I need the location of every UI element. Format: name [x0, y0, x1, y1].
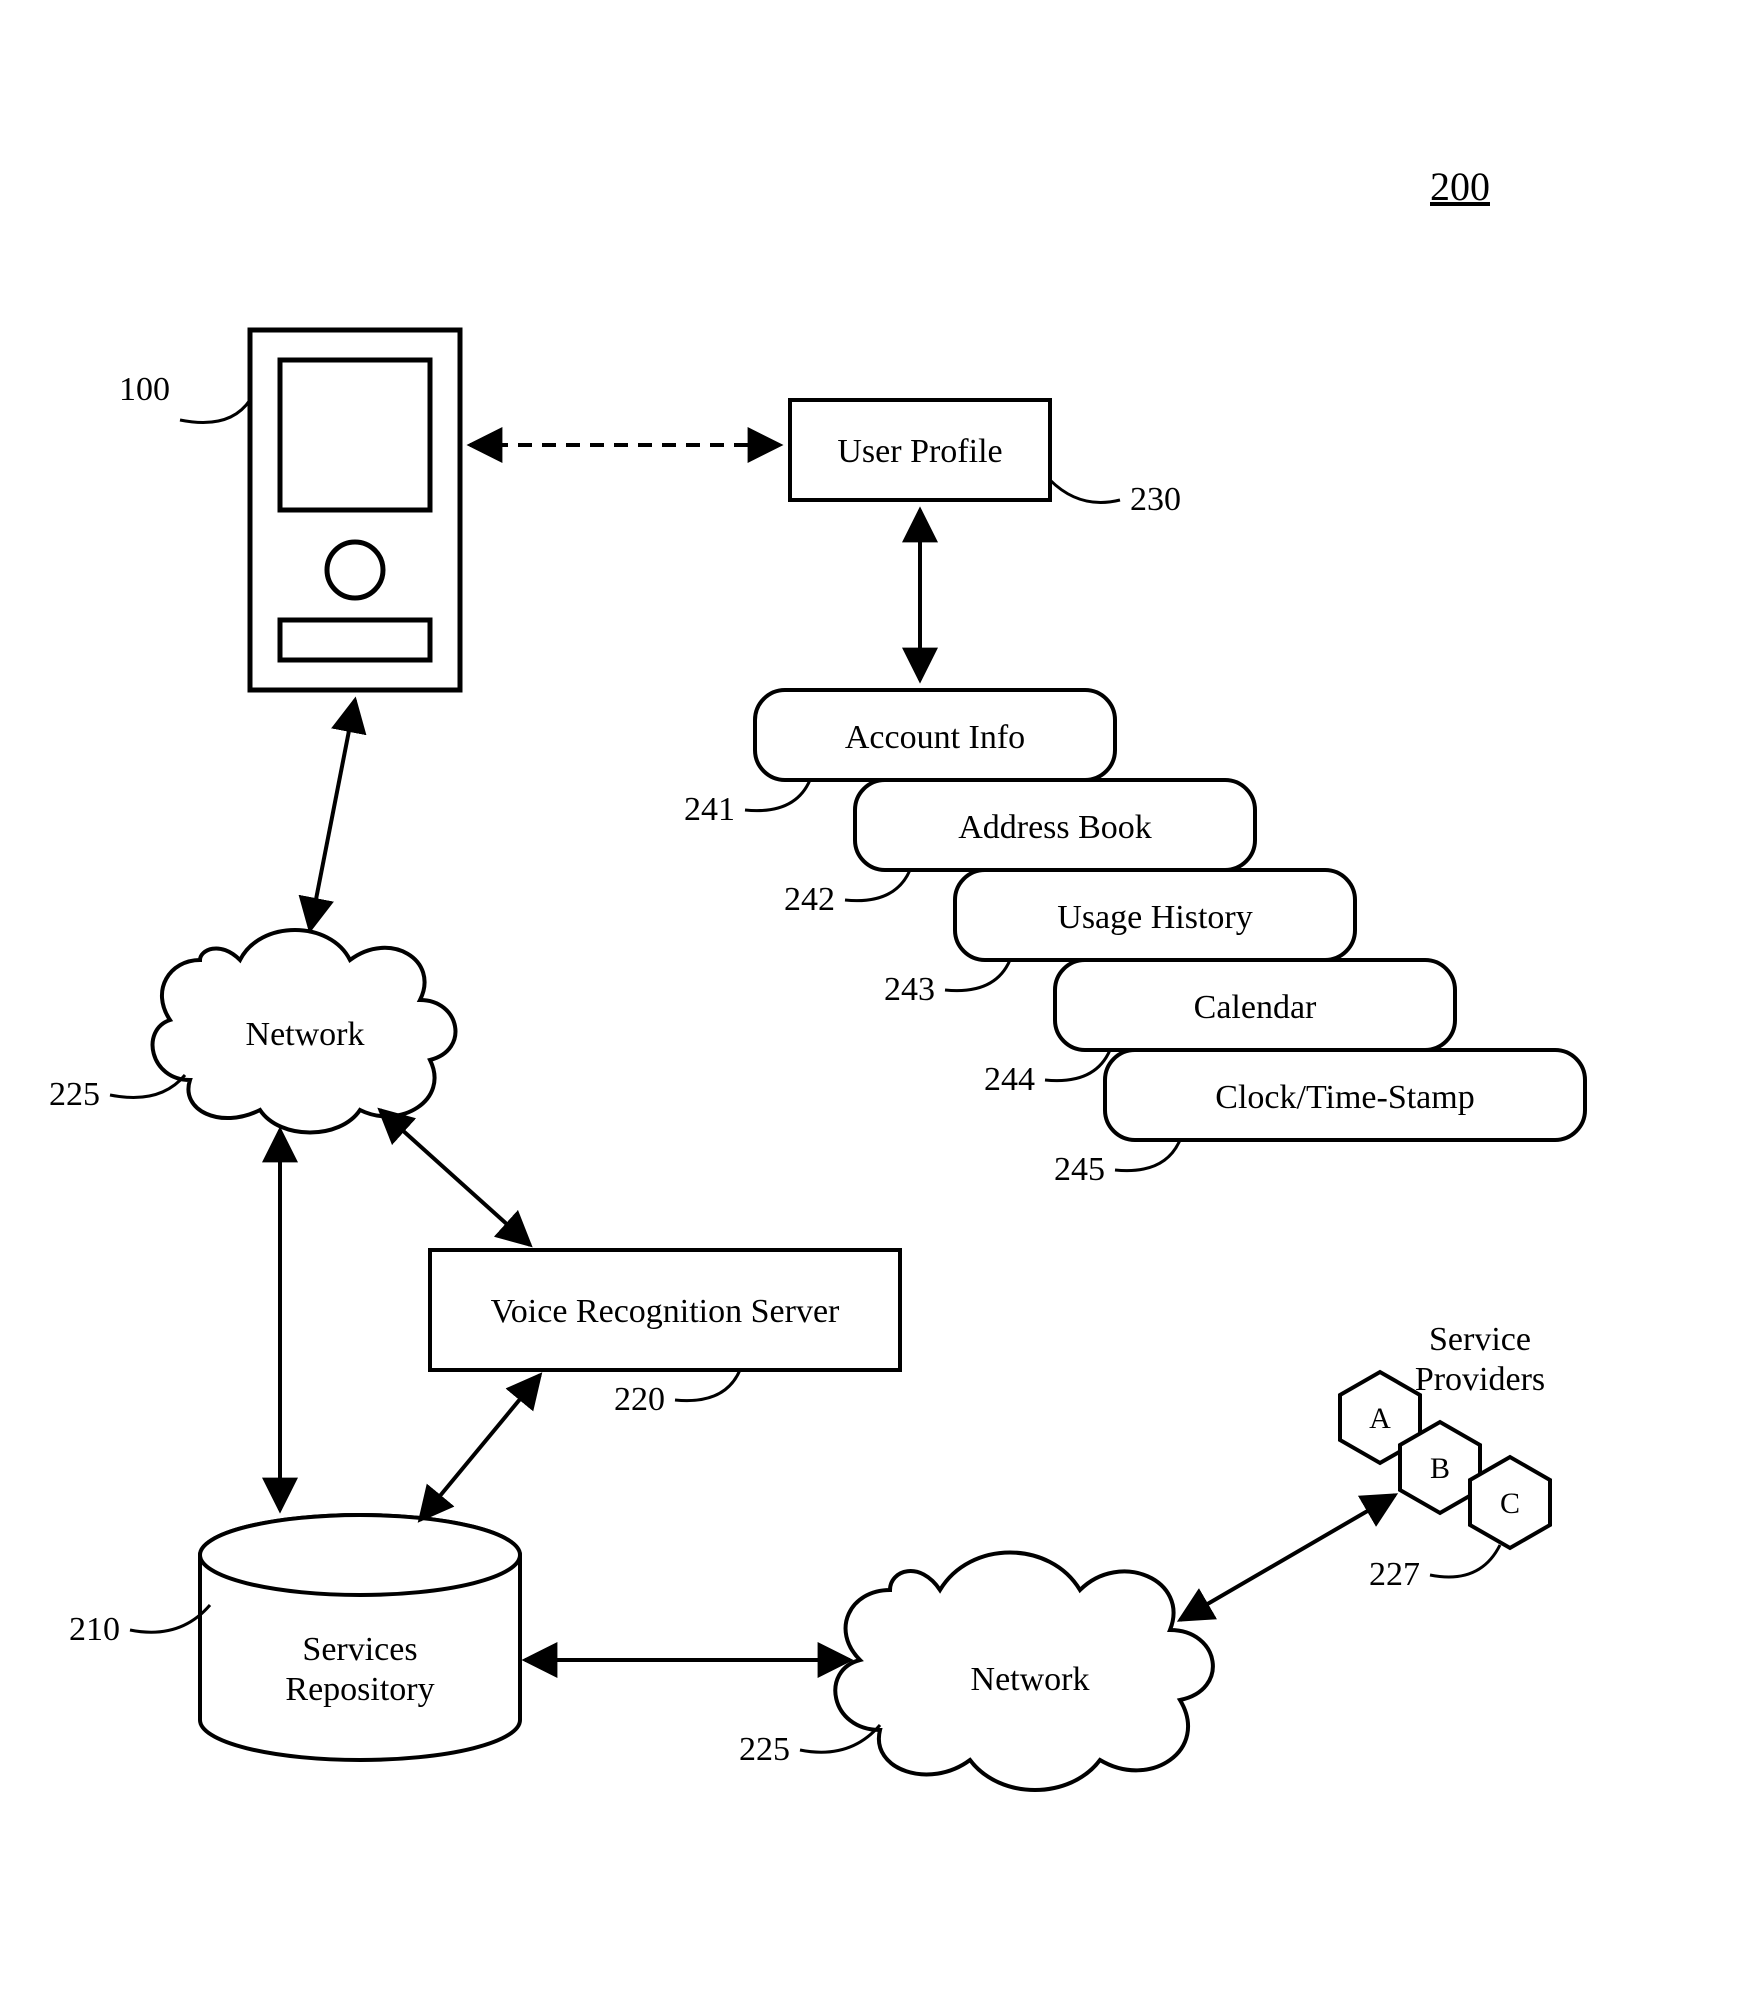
mobile-device-icon — [250, 330, 460, 690]
figure-number: 200 — [1430, 164, 1490, 209]
leader-line — [1430, 1545, 1500, 1577]
providers-title2: Providers — [1415, 1361, 1545, 1398]
connector-network1-vrserver — [380, 1110, 530, 1245]
repo-label2: Repository — [285, 1671, 434, 1708]
profile-item-ref: 242 — [784, 881, 835, 918]
leader-line — [675, 1370, 740, 1401]
providers-ref: 227 — [1369, 1556, 1420, 1593]
profile-item-ref: 243 — [884, 971, 935, 1008]
network2-ref: 225 — [739, 1731, 790, 1768]
repo-label1: Services — [302, 1631, 417, 1668]
device-ref: 100 — [119, 371, 170, 408]
profile-item-ref: 244 — [984, 1061, 1035, 1098]
repo-ref: 210 — [69, 1611, 120, 1648]
network2-label: Network — [971, 1661, 1090, 1698]
profile-item-label: Address Book — [958, 809, 1152, 846]
profile-item-4: Clock/Time-Stamp 245 — [1054, 1050, 1585, 1188]
profile-item-ref: 245 — [1054, 1151, 1105, 1188]
user-profile-ref: 230 — [1130, 481, 1181, 518]
services-repository: Services Repository — [200, 1515, 520, 1760]
provider-c: C — [1500, 1487, 1520, 1520]
profile-item-label: Clock/Time-Stamp — [1215, 1079, 1474, 1116]
network-cloud-2: Network — [835, 1553, 1213, 1791]
network1-label: Network — [246, 1016, 365, 1053]
profile-item-label: Usage History — [1057, 899, 1252, 936]
network1-ref: 225 — [49, 1076, 100, 1113]
user-profile-label: User Profile — [837, 433, 1002, 470]
connector-device-network1 — [310, 700, 355, 930]
leader-line — [180, 400, 250, 423]
connector-network2-providers — [1180, 1495, 1395, 1620]
vr-server-label: Voice Recognition Server — [491, 1293, 840, 1330]
vr-server-ref: 220 — [614, 1381, 665, 1418]
profile-item-label: Account Info — [845, 719, 1025, 756]
service-providers: Service Providers A B C — [1340, 1321, 1550, 1548]
connector-vrserver-repo — [420, 1375, 540, 1520]
provider-b: B — [1430, 1452, 1450, 1485]
profile-item-ref: 241 — [684, 791, 735, 828]
providers-title1: Service — [1429, 1321, 1531, 1358]
leader-line — [1050, 480, 1120, 503]
network-cloud-1: Network — [153, 930, 456, 1133]
profile-item-label: Calendar — [1194, 989, 1317, 1026]
provider-a: A — [1369, 1402, 1391, 1435]
